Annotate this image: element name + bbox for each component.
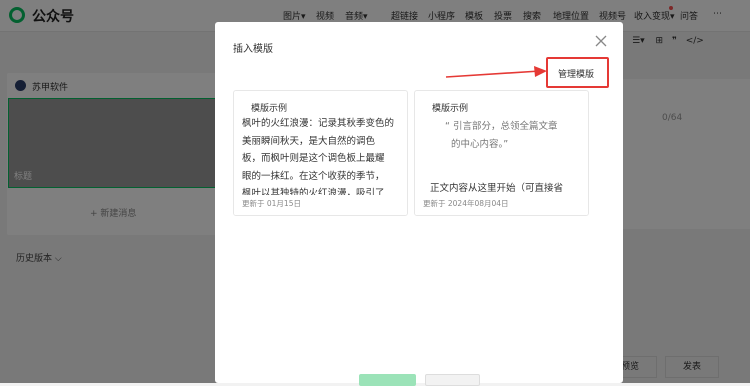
template-card-1[interactable]: 模版示例 枫叶的火红浪漫：记录其秋季变色的 美丽瞬间秋天，是大自然的调色 板，而…	[233, 90, 408, 216]
close-icon[interactable]	[594, 34, 608, 48]
confirm-button[interactable]	[359, 374, 416, 386]
card-content: 枫叶的火红浪漫：记录其秋季变色的 美丽瞬间秋天，是大自然的调色 板，而枫叶则是这…	[242, 118, 395, 199]
card-title: 模版示例	[251, 104, 288, 114]
card-updated: 更新于 2024年08月04日	[423, 199, 509, 208]
template-card-2[interactable]: 模版示例 “ 引言部分，总领全篇文章 的中心内容。” 正文内容从这里开始（可直接…	[414, 90, 589, 216]
dialog-title: 插入模版	[233, 44, 273, 55]
manage-template-label: 管理模版	[558, 70, 595, 80]
card-quote: “ 引言部分，总领全篇文章 的中心内容。”	[445, 121, 558, 150]
cancel-button[interactable]	[425, 374, 480, 386]
card-title: 模版示例	[432, 104, 469, 114]
red-arrow-annotation	[445, 66, 547, 78]
card-updated: 更新于 01月15日	[242, 199, 301, 208]
